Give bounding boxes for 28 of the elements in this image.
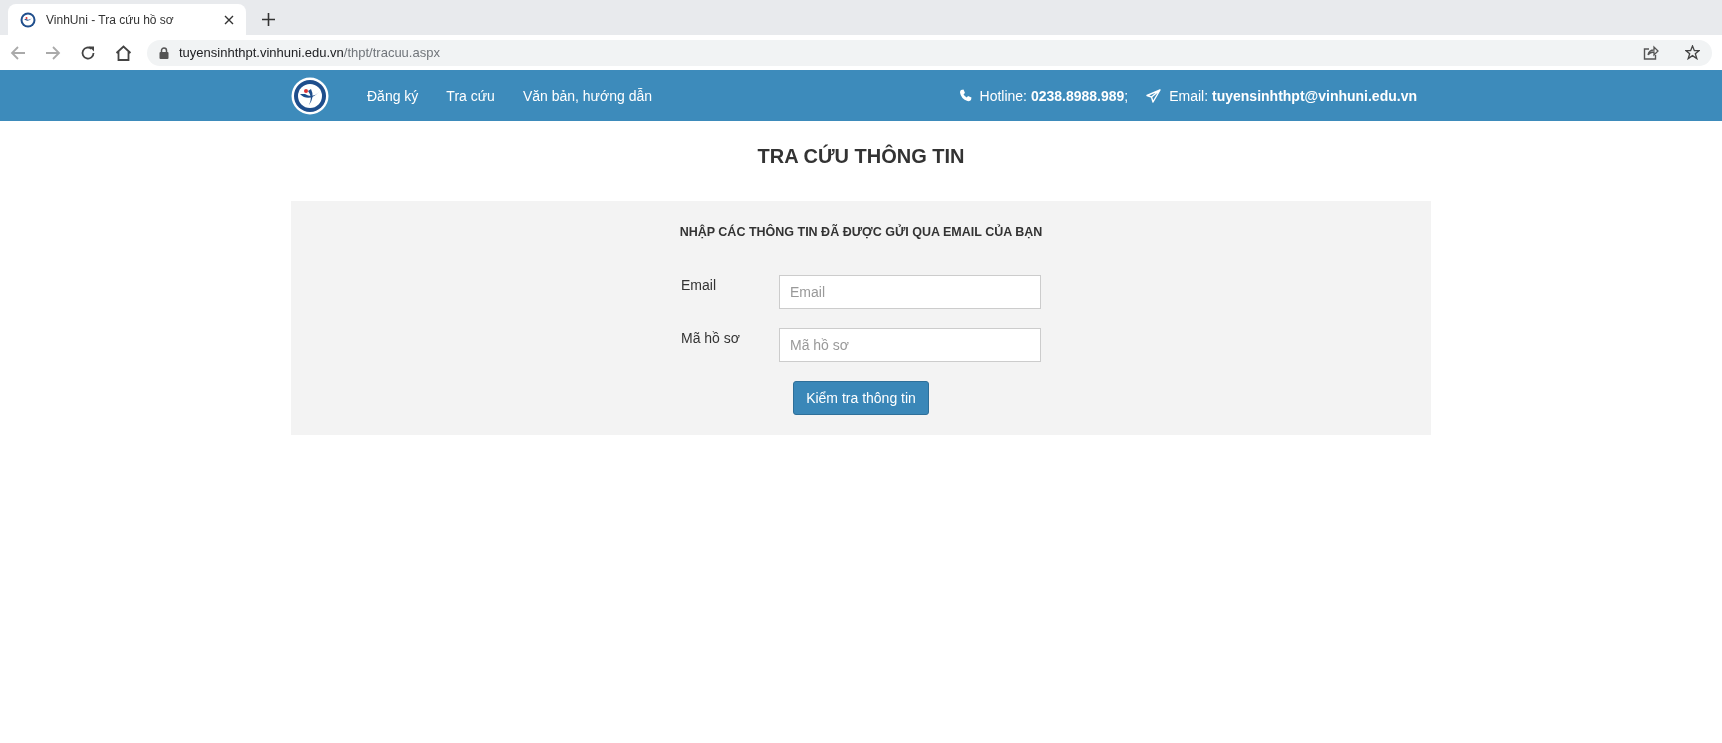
lock-icon <box>159 46 169 59</box>
nav-link[interactable]: Tra cứu <box>436 87 505 104</box>
phone-icon <box>958 89 972 102</box>
url-host: tuyensinhthpt.vinhuni.edu.vn <box>179 45 344 60</box>
input-field[interactable]: Mã hồ sơ <box>779 328 1041 362</box>
field-label: Email <box>681 276 717 293</box>
input-field[interactable]: Email <box>779 275 1041 309</box>
star-icon[interactable] <box>1685 45 1700 60</box>
reload-icon[interactable] <box>80 44 96 61</box>
check-info-button[interactable]: Kiểm tra thông tin <box>793 381 929 415</box>
field-label: Mã hồ sơ <box>681 329 741 346</box>
logo-icon <box>20 11 36 28</box>
nav-link[interactable]: Văn bản, hướng dẫn <box>512 87 662 104</box>
new-tab-icon[interactable] <box>262 13 275 26</box>
email-text: Email: tuyensinhthpt@vinhuni.edu.vn <box>1169 87 1417 104</box>
url-path: /thpt/tracuu.aspx <box>343 45 440 60</box>
tab-title: VinhUni - Tra cứu hồ sơ <box>46 12 175 27</box>
home-icon[interactable] <box>115 44 132 61</box>
browser-tab[interactable]: VinhUni - Tra cứu hồ sơ <box>8 4 246 35</box>
hotline-text: Hotline: 0238.8988.989; <box>979 87 1129 104</box>
form-heading: NHẬP CÁC THÔNG TIN ĐÃ ĐƯỢC GỬI QUA EMAIL CỦA BẠN <box>679 225 1043 239</box>
close-icon[interactable] <box>224 14 234 25</box>
share-icon[interactable] <box>1643 45 1659 60</box>
page-title: TRA CỨU THÔNG TIN <box>756 143 966 169</box>
university-logo-icon[interactable] <box>291 76 329 115</box>
paper-plane-icon <box>1146 88 1162 103</box>
address-bar[interactable]: tuyensinhthpt.vinhuni.edu.vn/thpt/tracuu.aspx <box>147 39 1712 66</box>
nav-link[interactable]: Đăng ký <box>357 87 429 104</box>
